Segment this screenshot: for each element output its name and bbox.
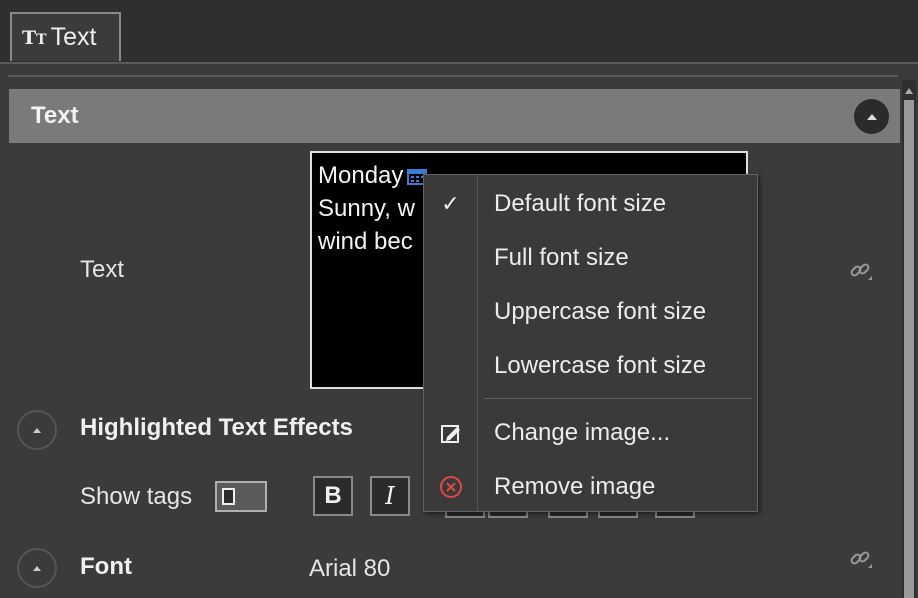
tab-strip	[0, 0, 918, 64]
menu-item-full-font-size[interactable]: Full font size	[424, 232, 757, 284]
bold-icon: B	[324, 482, 342, 509]
panel-header[interactable]: Text	[9, 89, 900, 143]
bold-button[interactable]: B	[313, 476, 353, 516]
text-line-1: Monday	[318, 162, 404, 189]
menu-item-label: Full font size	[494, 244, 629, 271]
menu-item-label: Remove image	[494, 473, 656, 500]
context-menu: ✓ Default font size Full font size Upper…	[423, 174, 758, 512]
menu-item-label: Lowercase font size	[494, 352, 707, 379]
link-icon[interactable]	[848, 546, 874, 572]
text-line-2: Sunny, w	[318, 195, 415, 222]
menu-item-label: Change image...	[494, 419, 671, 446]
chevron-up-icon	[33, 565, 41, 571]
panel-title: Text	[31, 102, 79, 129]
remove-circle-icon	[439, 476, 462, 498]
menu-item-change-image[interactable]: Change image...	[424, 407, 757, 459]
divider	[8, 75, 898, 77]
menu-separator	[484, 398, 752, 399]
italic-icon: I	[385, 482, 395, 510]
tab-text[interactable]: TT Text	[10, 12, 121, 61]
show-tags-label: Show tags	[80, 483, 193, 510]
text-field-label: Text	[80, 256, 125, 283]
checkmark-icon: ✓	[441, 191, 460, 216]
menu-item-remove-image[interactable]: Remove image	[424, 461, 757, 513]
toggle-knob	[222, 488, 235, 505]
text-line-3: wind bec	[318, 228, 413, 255]
expand-button[interactable]	[17, 548, 57, 588]
font-value[interactable]: Arial 80	[309, 555, 390, 583]
menu-item-uppercase-font-size[interactable]: Uppercase font size	[424, 286, 757, 338]
menu-item-label: Default font size	[494, 190, 667, 217]
scrollbar-thumb[interactable]	[904, 100, 914, 598]
edit-image-icon	[440, 425, 460, 443]
text-size-icon: TT	[22, 26, 47, 49]
tab-text-label: Text	[50, 23, 97, 51]
font-label: Font	[80, 553, 132, 580]
show-tags-toggle[interactable]	[215, 481, 267, 512]
menu-item-lowercase-font-size[interactable]: Lowercase font size	[424, 340, 757, 392]
collapse-button[interactable]	[854, 99, 889, 134]
menu-item-default-font-size[interactable]: ✓ Default font size	[424, 178, 757, 230]
chevron-up-icon	[33, 427, 41, 433]
italic-button[interactable]: I	[370, 476, 410, 516]
menu-item-label: Uppercase font size	[494, 298, 707, 325]
link-icon[interactable]	[848, 258, 874, 284]
expand-button[interactable]	[17, 410, 57, 450]
scroll-up-icon[interactable]	[905, 88, 913, 94]
highlighted-text-effects-label: Highlighted Text Effects	[80, 414, 353, 441]
chevron-up-icon	[866, 113, 877, 120]
